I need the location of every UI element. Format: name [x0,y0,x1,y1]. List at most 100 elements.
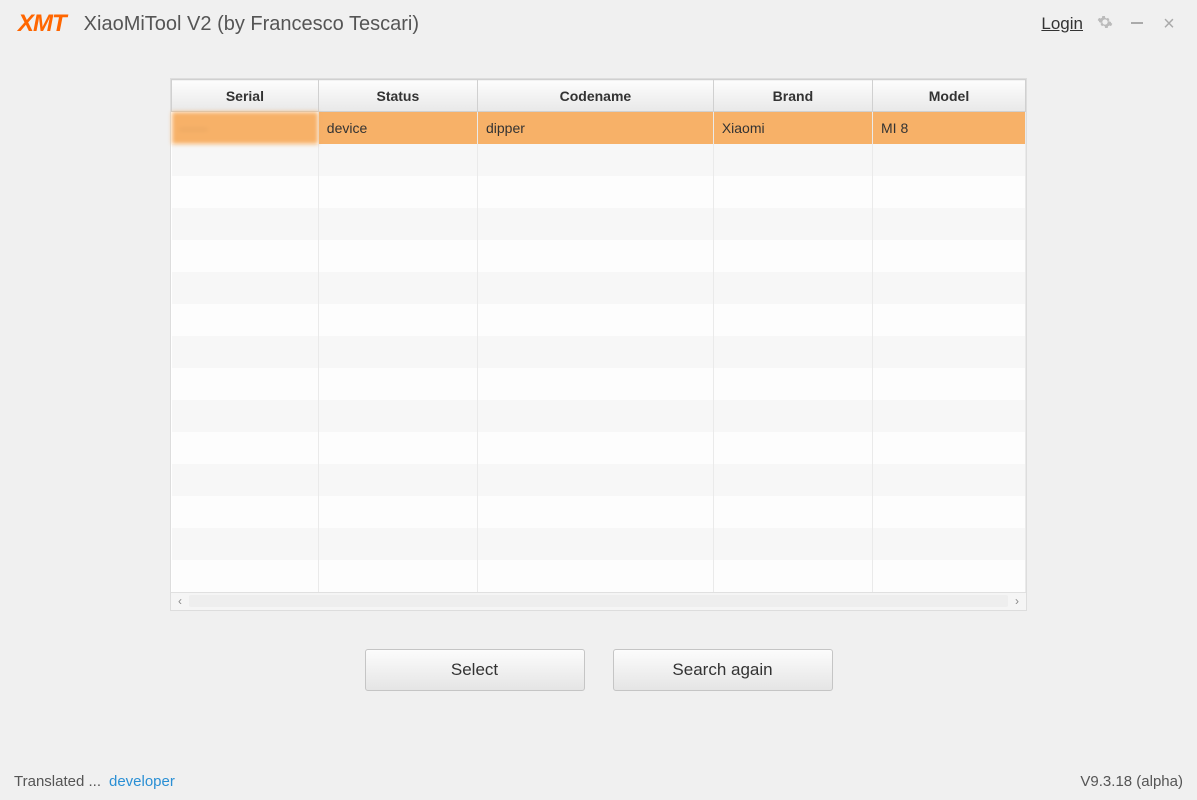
cell-empty [873,208,1026,240]
cell-empty [713,528,872,560]
cell-empty [318,560,477,592]
cell-empty [172,176,319,208]
cell-empty [172,464,319,496]
cell-empty [172,496,319,528]
cell-empty [873,528,1026,560]
cell-empty [477,528,713,560]
cell-empty [713,496,872,528]
cell-empty [873,144,1026,176]
table-row[interactable]: ——devicedipperXiaomiMI 8 [172,112,1026,144]
cell-empty [873,240,1026,272]
gear-icon[interactable] [1095,14,1115,35]
col-brand[interactable]: Brand [713,80,872,112]
cell-status: device [318,112,477,144]
cell-empty [172,144,319,176]
cell-empty [477,368,713,400]
scroll-track[interactable] [189,595,1008,607]
scroll-right-icon[interactable]: › [1008,592,1026,610]
table-header-row: Serial Status Codename Brand Model [172,80,1026,112]
login-link[interactable]: Login [1041,14,1083,34]
col-codename[interactable]: Codename [477,80,713,112]
table-row[interactable] [172,208,1026,240]
footer-left: Translated ... developer [14,773,175,790]
cell-empty [713,560,872,592]
cell-empty [318,240,477,272]
minimize-icon[interactable] [1127,14,1147,35]
cell-empty [873,400,1026,432]
cell-empty [318,496,477,528]
titlebar: XMT XiaoMiTool V2 (by Francesco Tescari)… [0,0,1197,48]
cell-empty [477,304,713,336]
cell-empty [318,144,477,176]
device-table-wrap: Serial Status Codename Brand Model ——dev… [170,78,1027,611]
titlebar-controls: Login × [1041,13,1179,36]
cell-empty [713,336,872,368]
cell-empty [172,336,319,368]
table-row[interactable] [172,336,1026,368]
cell-empty [318,272,477,304]
cell-codename: dipper [477,112,713,144]
cell-empty [713,400,872,432]
cell-empty [477,208,713,240]
cell-empty [713,432,872,464]
col-model[interactable]: Model [873,80,1026,112]
cell-empty [713,304,872,336]
main-content: Serial Status Codename Brand Model ——dev… [0,48,1197,691]
footer: Translated ... developer V9.3.18 (alpha) [14,773,1183,790]
search-again-button[interactable]: Search again [613,649,833,691]
cell-empty [713,272,872,304]
cell-empty [172,528,319,560]
cell-empty [873,432,1026,464]
app-logo: XMT [18,10,66,38]
table-row[interactable] [172,400,1026,432]
table-row[interactable] [172,464,1026,496]
translated-label: Translated ... [14,773,101,790]
cell-empty [477,176,713,208]
cell-empty [318,368,477,400]
cell-empty [172,368,319,400]
table-row[interactable] [172,144,1026,176]
scroll-left-icon[interactable]: ‹ [171,592,189,610]
cell-empty [318,304,477,336]
table-row[interactable] [172,176,1026,208]
table-row[interactable] [172,432,1026,464]
close-icon[interactable]: × [1159,13,1179,36]
cell-empty [713,144,872,176]
cell-brand: Xiaomi [713,112,872,144]
table-row[interactable] [172,528,1026,560]
cell-empty [873,368,1026,400]
cell-serial: —— [172,112,319,144]
cell-empty [318,464,477,496]
cell-empty [172,304,319,336]
cell-empty [318,400,477,432]
select-button[interactable]: Select [365,649,585,691]
cell-empty [477,560,713,592]
cell-empty [318,176,477,208]
cell-empty [172,432,319,464]
cell-empty [873,560,1026,592]
horizontal-scrollbar[interactable]: ‹ › [171,592,1026,610]
cell-empty [713,368,872,400]
table-row[interactable] [172,304,1026,336]
cell-empty [873,336,1026,368]
cell-empty [318,208,477,240]
version-label: V9.3.18 (alpha) [1080,773,1183,790]
cell-empty [172,272,319,304]
cell-empty [477,432,713,464]
developer-link[interactable]: developer [109,773,175,790]
table-row[interactable] [172,240,1026,272]
table-row[interactable] [172,560,1026,592]
cell-empty [477,464,713,496]
cell-empty [713,176,872,208]
col-serial[interactable]: Serial [172,80,319,112]
cell-empty [172,400,319,432]
cell-empty [477,496,713,528]
col-status[interactable]: Status [318,80,477,112]
cell-empty [477,144,713,176]
cell-empty [873,464,1026,496]
table-row[interactable] [172,368,1026,400]
cell-empty [713,464,872,496]
table-row[interactable] [172,272,1026,304]
cell-empty [477,400,713,432]
table-row[interactable] [172,496,1026,528]
